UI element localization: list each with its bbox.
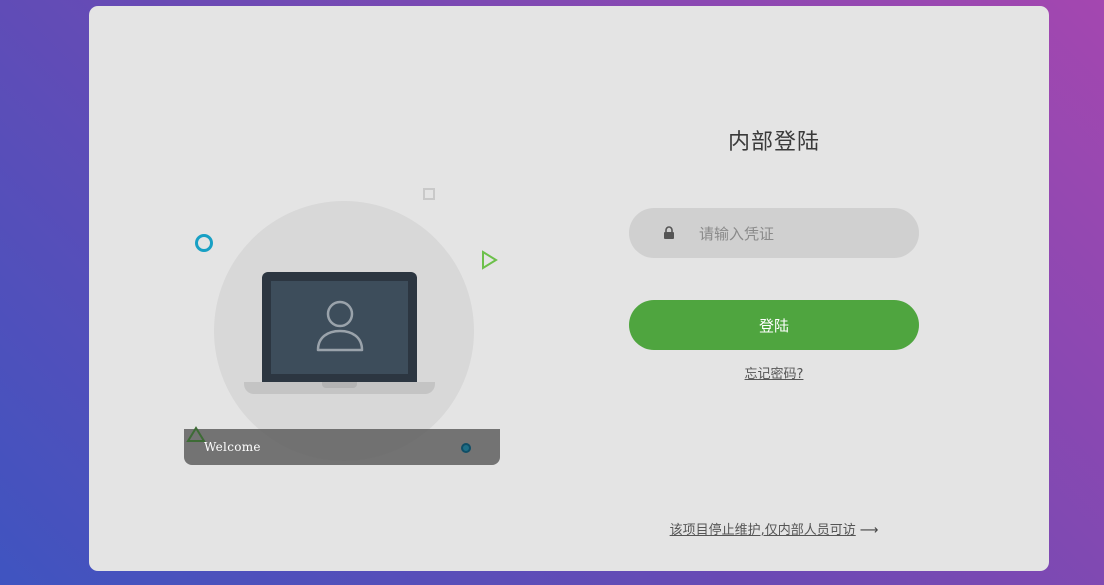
laptop-notch: [322, 382, 357, 388]
login-button[interactable]: 登陆: [629, 300, 919, 350]
circle-shape: [194, 233, 214, 257]
triangle-shape: [186, 426, 206, 448]
credential-field[interactable]: [629, 208, 919, 260]
forgot-password: 忘记密码?: [629, 363, 919, 382]
laptop-screen: [271, 281, 408, 374]
login-card: Welcome 内部登陆 登陆 忘记密码? 该项目停止维护,仅内部人员可访 ⟶: [89, 6, 1049, 571]
welcome-bar: Welcome: [184, 429, 500, 465]
footer-notice-link[interactable]: 该项目停止维护,仅内部人员可访: [670, 523, 856, 538]
welcome-illustration: Welcome: [184, 176, 514, 476]
footer-notice: 该项目停止维护,仅内部人员可访 ⟶: [629, 519, 919, 538]
square-shape: [423, 185, 435, 204]
user-icon: [316, 300, 364, 352]
dot-shape: [460, 439, 472, 458]
laptop-icon: [262, 272, 417, 382]
triangle-play-shape: [481, 250, 499, 274]
arrow-right-icon: ⟶: [859, 523, 879, 538]
credential-input[interactable]: [697, 208, 901, 260]
lock-icon: [663, 225, 675, 244]
page-title: 内部登陆: [727, 130, 820, 155]
welcome-text: Welcome: [204, 440, 261, 454]
footer-notice-text: 该项目停止维护,仅内部人员可访: [669, 523, 856, 538]
forgot-password-link[interactable]: 忘记密码?: [745, 367, 804, 382]
